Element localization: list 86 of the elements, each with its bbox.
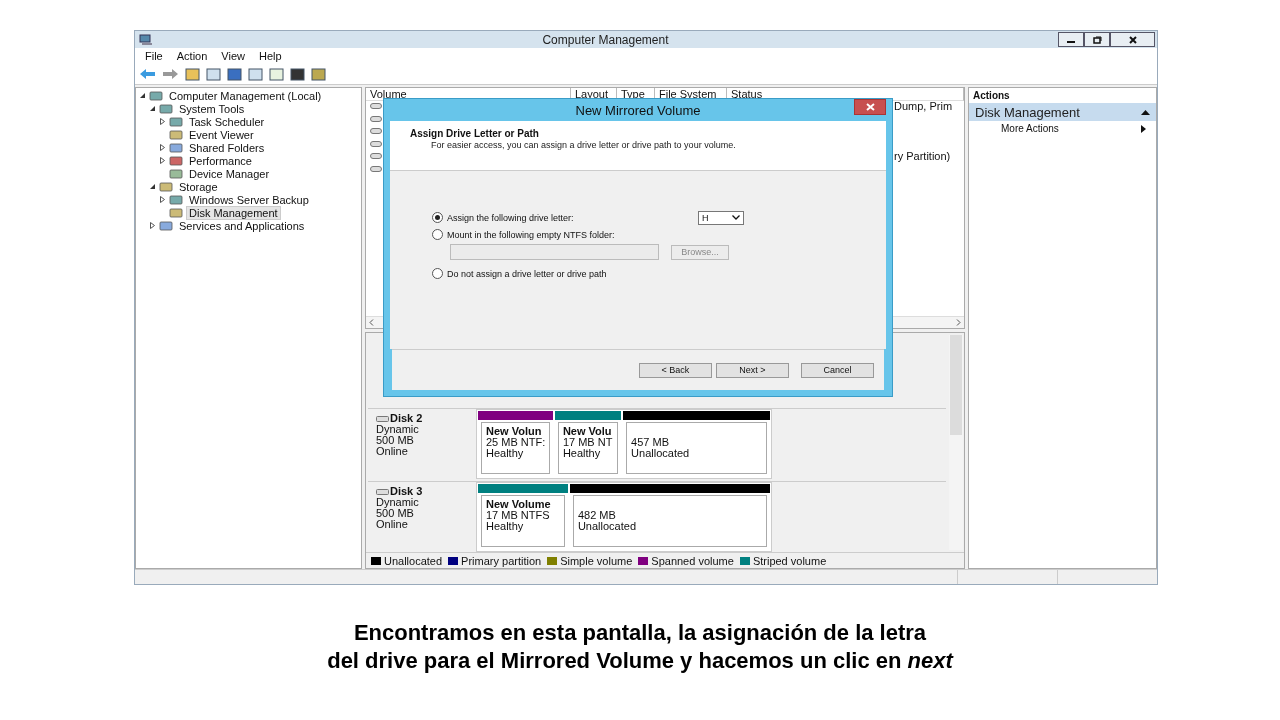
disk-size: 500 MB [376,508,414,519]
legend-item: Spanned volume [638,554,734,567]
partition-block[interactable]: New Volume 17 MB NTFS Healthy [481,495,565,547]
disk-name: Disk 3 [390,486,423,497]
minimize-button[interactable] [1058,32,1084,47]
dialog-button[interactable]: Cancel [801,362,874,378]
computer-icon [139,33,153,46]
tree-item[interactable]: Windows Server Backup [186,192,312,207]
caption-line: Encontramos en esta pantalla, la asignación de la letra [353,619,927,647]
dialog-button[interactable]: < Back [639,362,712,378]
tree-item[interactable]: Disk Management [186,205,281,220]
menu-item[interactable]: View [221,50,245,62]
actions-section[interactable]: Disk Management [969,103,1156,121]
legend-item: Simple volume [547,554,633,567]
action-item[interactable]: More Actions [969,121,1156,134]
tree-item[interactable]: Event Viewer [186,127,257,142]
legend-item: Striped volume [739,554,827,567]
partition-block[interactable]: 457 MB Unallocated [626,422,767,474]
window-title: Computer Management [541,32,670,47]
tree-node-icon [149,89,163,102]
disk-type: Dynamic [376,497,420,508]
actions-title: Actions [972,89,1011,103]
tree-item[interactable]: System Tools [176,101,248,116]
tree-item[interactable]: Performance [186,153,255,168]
forward-arrow-icon[interactable] [162,68,179,80]
disk-type: Dynamic [376,424,420,435]
partition-block[interactable]: New Volun 25 MB NTF: Healthy [481,422,550,474]
dialog-heading: Assign Drive Letter or Path [410,128,540,139]
disk-name: Disk 2 [390,413,423,424]
legend-item: Primary partition [448,554,542,567]
dialog-button[interactable]: Next > [716,362,789,378]
legend-item: Unallocated [371,554,443,567]
expand-arrow-icon[interactable] [148,222,156,229]
tree-item[interactable]: Task Scheduler [186,114,268,129]
tree-node-icon [169,154,183,167]
tree-node-icon [169,167,183,180]
dialog-title: New Mirrored Volume [574,102,702,118]
restore-button[interactable] [1084,32,1110,47]
tree-item[interactable]: Services and Applications [176,218,308,233]
tree-node-icon [159,102,173,115]
tree-node-icon [169,115,183,128]
radio-button[interactable] [432,212,443,223]
collapse-arrow-icon[interactable] [148,105,156,112]
tree-node-icon [169,141,183,154]
tree-item[interactable]: Storage [176,179,221,194]
tree-node-icon [169,193,183,206]
tree-item[interactable]: Computer Management (Local) [166,88,325,103]
expand-arrow-icon[interactable] [158,196,166,203]
collapse-arrow-icon[interactable] [138,92,146,99]
tree-node-icon [169,128,183,141]
menu-item[interactable]: File [145,50,163,62]
tree-item[interactable]: Shared Folders [186,140,268,155]
tree-item[interactable]: Device Manager [186,166,273,181]
drive-letter-dropdown[interactable]: H [698,210,744,225]
disk-state: Online [376,446,409,457]
close-button[interactable] [854,99,886,115]
radio-button[interactable] [432,268,443,279]
expand-arrow-icon[interactable] [158,118,166,125]
table-cell-text: ry Partition) [894,150,952,163]
partition-block[interactable]: 482 MB Unallocated [572,495,767,547]
collapse-arrow-icon [1141,109,1150,115]
tree-node-icon [169,206,183,219]
close-button[interactable] [1110,32,1155,47]
menu-item[interactable]: Action [176,50,208,62]
close-icon [865,103,875,111]
submenu-arrow-icon [1141,124,1146,133]
disk-state: Online [376,519,409,530]
table-cell-text: Dump, Prim [894,100,954,113]
collapse-arrow-icon[interactable] [148,183,156,190]
option-label: Assign the following drive letter: [447,212,574,223]
menu-item[interactable]: Help [258,50,282,62]
disk-size: 500 MB [376,435,414,446]
dialog-subtitle: For easier access, you can assign a drive letter or drive path to your volume. [430,140,737,150]
restore-icon [1092,35,1102,44]
caption-line: del drive para el Mirrored Volume y hacemos un clic en next [327,647,953,675]
close-icon [1128,35,1137,44]
vertical-scrollbar[interactable] [949,335,963,550]
option-label: Mount in the following empty NTFS folder: [447,229,615,240]
partition-block[interactable]: New Volu 17 MB NT Healthy [557,422,619,474]
tree-node-icon [159,219,173,232]
radio-button[interactable] [432,229,443,240]
back-arrow-icon[interactable] [139,68,156,80]
expand-arrow-icon[interactable] [158,157,166,164]
option-label: Do not assign a drive letter or drive path [447,268,607,279]
expand-arrow-icon[interactable] [158,144,166,151]
tree-node-icon [159,180,173,193]
